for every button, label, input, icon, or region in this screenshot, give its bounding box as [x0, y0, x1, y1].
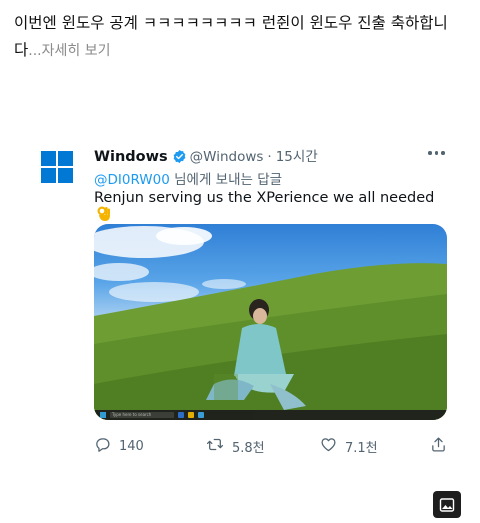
- reply-count: 140: [119, 439, 144, 454]
- tweet-actions: 140 5.8천 7.1천: [94, 436, 454, 456]
- image-icon[interactable]: [433, 491, 461, 518]
- windows-logo-icon[interactable]: [41, 151, 73, 183]
- taskbar-app-icon: [178, 412, 184, 418]
- tweet-header: Windows @Windows · 15시간: [94, 145, 444, 167]
- tweet-text: Renjun serving us the XPerience we all n…: [94, 190, 454, 226]
- tweet-timestamp[interactable]: 15시간: [276, 149, 318, 165]
- share-button[interactable]: [430, 436, 447, 457]
- windows-taskbar: Type here to search: [94, 410, 447, 420]
- retweet-button[interactable]: 5.8천: [206, 436, 265, 457]
- reply-context: @DI0RW00 님에게 보내는 답글: [94, 168, 282, 188]
- more-options-icon[interactable]: [428, 146, 450, 160]
- post-text: 이번엔 윈도우 공계 ㅋㅋㅋㅋㅋㅋㅋㅋ 런쥔이 윈도우 진출 축하합니다...자…: [14, 10, 464, 65]
- share-icon: [430, 436, 447, 457]
- taskbar-app-icon: [188, 412, 194, 418]
- author-handle[interactable]: @Windows: [190, 149, 264, 165]
- retweet-icon: [206, 436, 224, 457]
- reply-button[interactable]: 140: [94, 436, 144, 457]
- like-button[interactable]: 7.1천: [320, 436, 378, 457]
- heart-icon: [320, 436, 337, 457]
- reply-icon: [94, 436, 111, 457]
- like-count: 7.1천: [345, 441, 378, 456]
- separator-dot: ·: [267, 149, 272, 165]
- tweet-body: Renjun serving us the XPerience we all n…: [94, 190, 435, 206]
- taskbar-app-icon: [198, 412, 204, 418]
- ok-hand-emoji-icon: [97, 206, 111, 226]
- author-name[interactable]: Windows: [94, 149, 168, 165]
- post-ellipsis: ...: [28, 43, 42, 59]
- embedded-tweet[interactable]: Windows @Windows · 15시간 @DI0RW00 님에게 보내는 답글…: [38, 140, 454, 470]
- reply-context-label: 님에게 보내는 답글: [169, 172, 283, 188]
- reply-mention-link[interactable]: @DI0RW00: [94, 172, 170, 188]
- verified-badge-icon: [172, 149, 187, 168]
- read-more-link[interactable]: 자세히 보기: [42, 43, 111, 59]
- retweet-count: 5.8천: [232, 441, 265, 456]
- tweet-media-image[interactable]: Type here to search: [94, 224, 447, 420]
- taskbar-search: Type here to search: [110, 412, 174, 418]
- start-button-icon: [100, 412, 106, 418]
